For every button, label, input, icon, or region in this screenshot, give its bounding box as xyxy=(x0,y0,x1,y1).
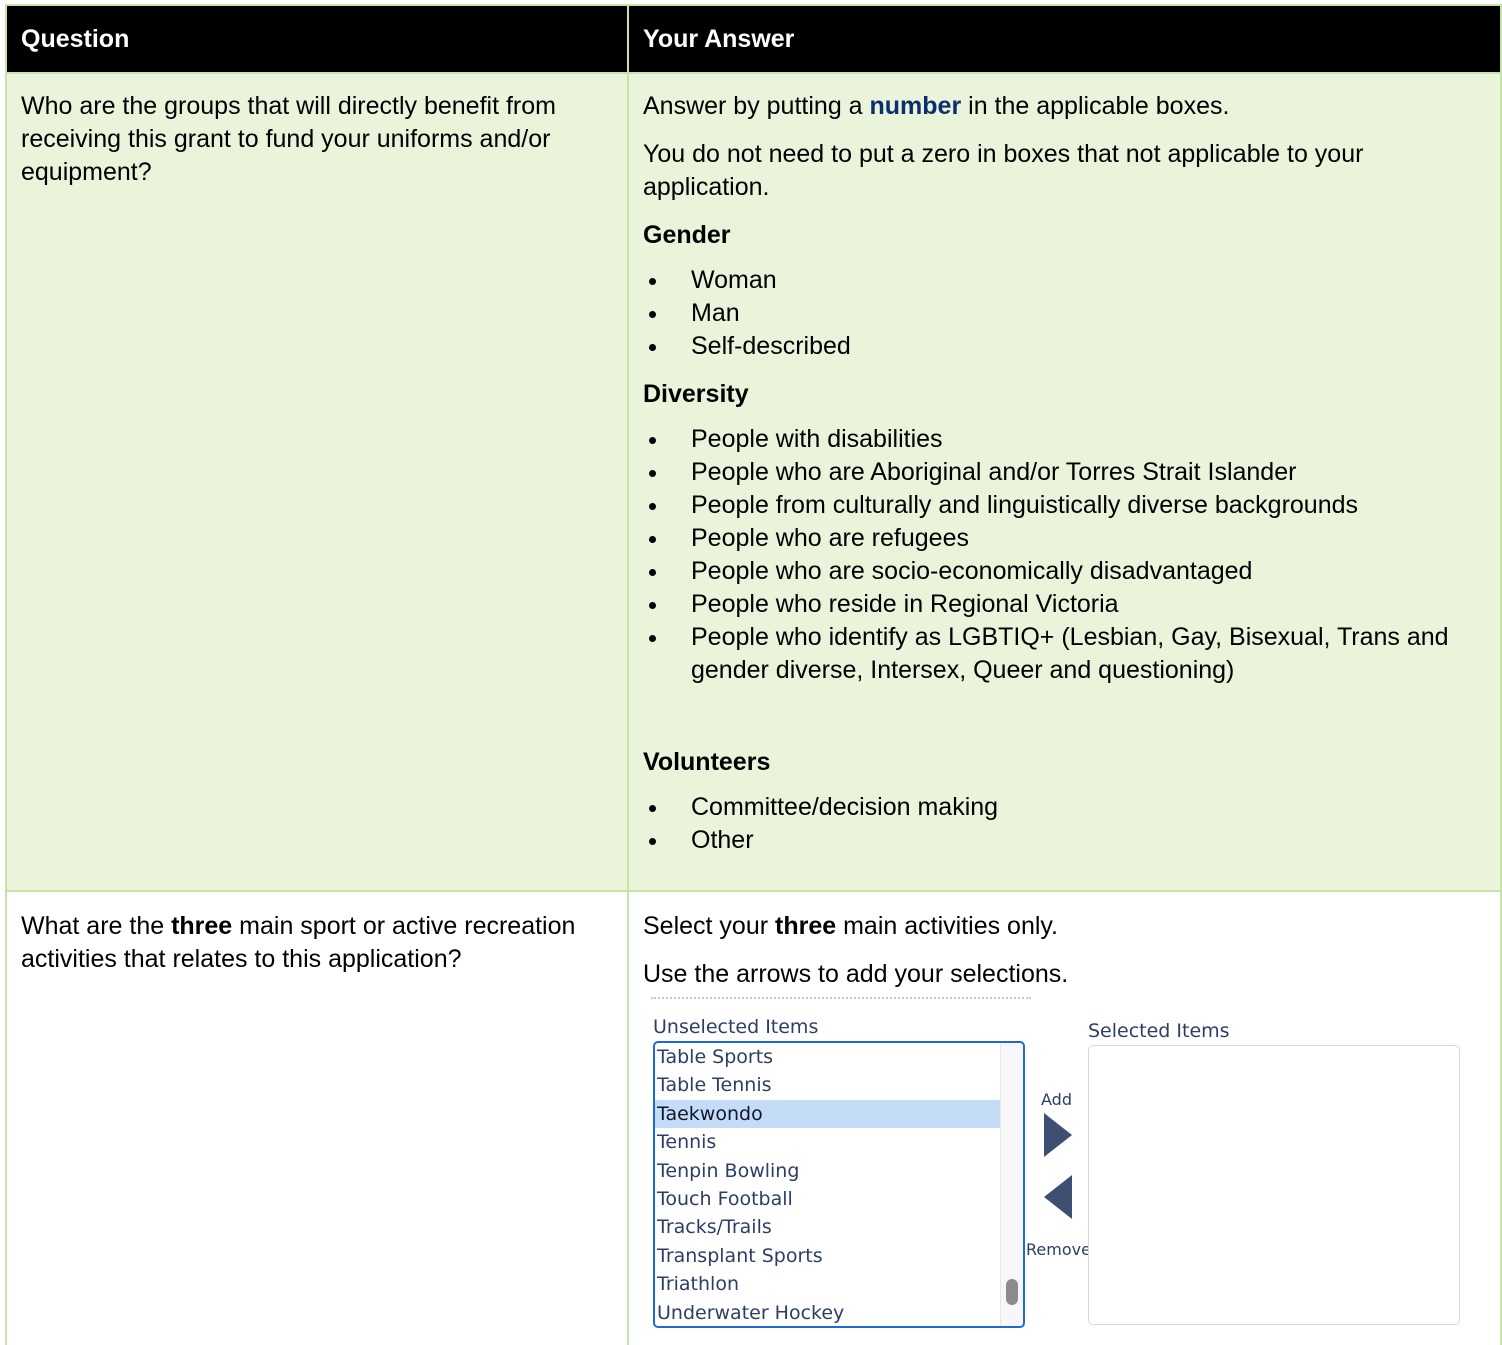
table-row: What are the three main sport or active … xyxy=(5,890,1502,1345)
add-button[interactable] xyxy=(1041,1111,1075,1159)
question-cell-activities: What are the three main sport or active … xyxy=(5,890,629,1345)
remove-label: Remove xyxy=(1026,1240,1091,1259)
question-text: What are the three main sport or active … xyxy=(21,912,576,973)
table-header-row: Question Your Answer xyxy=(5,4,1502,74)
listbox-option[interactable]: Table Sports xyxy=(655,1043,1001,1071)
list-item: People from culturally and linguisticall… xyxy=(643,489,1486,522)
listbox-option[interactable]: Tracks/Trails xyxy=(655,1213,1001,1241)
gender-list: Woman Man Self-described xyxy=(643,264,1486,363)
bullet-icon xyxy=(649,536,656,543)
list-item: Man xyxy=(643,297,1486,330)
bullet-icon xyxy=(649,569,656,576)
selected-items-listbox[interactable] xyxy=(1088,1045,1460,1325)
answer-cell-activities: Select your three main activities only. … xyxy=(627,890,1502,1345)
bullet-icon xyxy=(649,470,656,477)
list-item: People who are refugees xyxy=(643,522,1486,555)
question-column-header: Question xyxy=(5,4,629,74)
listbox-scrollbar[interactable] xyxy=(1000,1043,1023,1326)
list-item: Woman xyxy=(643,264,1486,297)
question-answer-table: Question Your Answer Who are the groups … xyxy=(5,4,1502,1345)
scrollbar-thumb[interactable] xyxy=(1006,1279,1018,1305)
list-item: People who are socio-economically disadv… xyxy=(643,555,1486,588)
list-item: People who identify as LGBTIQ+ (Lesbian,… xyxy=(643,621,1486,687)
volunteers-heading: Volunteers xyxy=(643,748,771,776)
bullet-icon xyxy=(649,278,656,285)
answer-cell-beneficiaries: Answer by putting a number in the applic… xyxy=(627,72,1502,892)
question-cell-beneficiaries: Who are the groups that will directly be… xyxy=(5,72,629,892)
answer-column-header: Your Answer xyxy=(627,4,1502,74)
emphasis-number: number xyxy=(869,92,962,120)
bullet-icon xyxy=(649,838,656,845)
listbox-items: Table Sports Table Tennis Taekwondo Tenn… xyxy=(655,1043,1001,1326)
answer-arrows-hint: Use the arrows to add your selections. xyxy=(643,960,1069,988)
triangle-right-icon xyxy=(1044,1113,1072,1157)
list-item: People with disabilities xyxy=(643,423,1486,456)
listbox-option[interactable]: Table Tennis xyxy=(655,1071,1001,1099)
selected-items-label: Selected Items xyxy=(1088,1020,1230,1042)
bullet-icon xyxy=(649,503,656,510)
listbox-option[interactable]: Tenpin Bowling xyxy=(655,1157,1001,1185)
listbox-option[interactable]: Tennis xyxy=(655,1128,1001,1156)
listbox-option[interactable]: Touch Football xyxy=(655,1185,1001,1213)
list-item: Self-described xyxy=(643,330,1486,363)
diversity-list: People with disabilities People who are … xyxy=(643,423,1486,687)
table-row: Who are the groups that will directly be… xyxy=(5,72,1502,892)
listbox-option-highlighted[interactable]: Taekwondo xyxy=(655,1099,1001,1129)
list-item: Other xyxy=(643,824,1486,857)
triangle-left-icon xyxy=(1044,1175,1072,1219)
remove-button[interactable] xyxy=(1041,1173,1075,1221)
listbox-option[interactable]: Underwater Hockey xyxy=(655,1299,1001,1326)
bullet-icon xyxy=(649,311,656,318)
emphasis-three: three xyxy=(775,912,837,940)
listbox-option[interactable]: Transplant Sports xyxy=(655,1242,1001,1270)
answer-instruction: Answer by putting a number in the applic… xyxy=(643,92,1230,120)
diversity-heading: Diversity xyxy=(643,380,749,408)
answer-instruction: Select your three main activities only. xyxy=(643,912,1058,940)
gender-heading: Gender xyxy=(643,221,731,249)
answer-note: You do not need to put a zero in boxes t… xyxy=(643,140,1364,201)
list-item: People who reside in Regional Victoria xyxy=(643,588,1486,621)
bullet-icon xyxy=(649,344,656,351)
bullet-icon xyxy=(649,635,656,642)
unselected-items-listbox[interactable]: Table Sports Table Tennis Taekwondo Tenn… xyxy=(653,1041,1025,1328)
list-item: Committee/decision making xyxy=(643,791,1486,824)
listbox-option[interactable]: Triathlon xyxy=(655,1270,1001,1298)
page: Question Your Answer Who are the groups … xyxy=(0,0,1502,1345)
emphasis-three: three xyxy=(171,912,233,940)
question-text: Who are the groups that will directly be… xyxy=(21,92,556,186)
bullet-icon xyxy=(649,805,656,812)
volunteers-list: Committee/decision making Other xyxy=(643,791,1486,857)
unselected-items-label: Unselected Items xyxy=(653,1016,819,1038)
cropped-text-fragment xyxy=(651,997,1031,1007)
list-item: People who are Aboriginal and/or Torres … xyxy=(643,456,1486,489)
bullet-icon xyxy=(649,437,656,444)
dual-listbox: Unselected Items Selected Items Table Sp… xyxy=(643,997,1473,1343)
bullet-icon xyxy=(649,602,656,609)
